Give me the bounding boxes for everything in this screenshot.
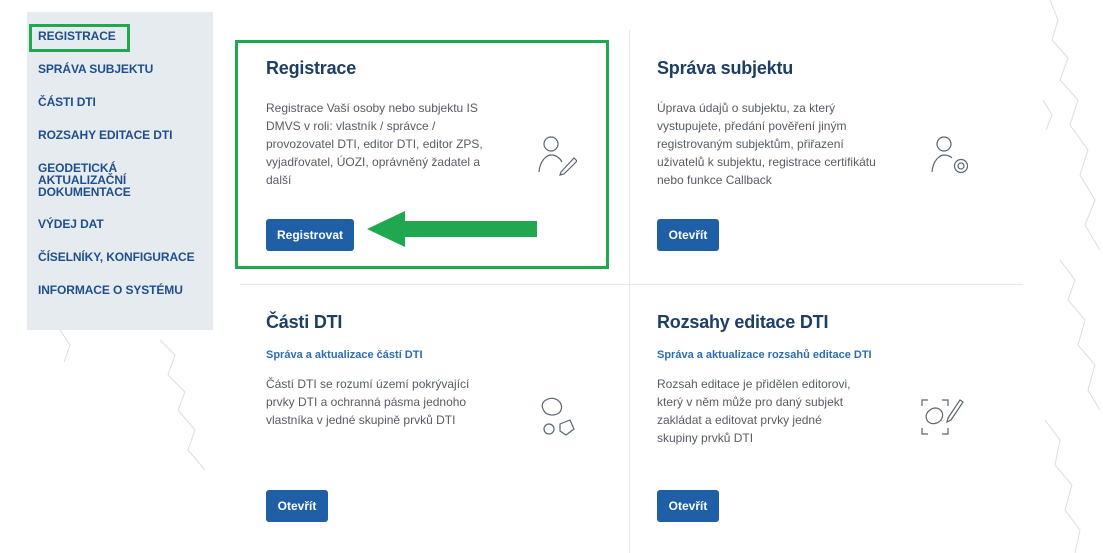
area-edit-icon: [920, 396, 964, 438]
shapes-icon: [540, 396, 576, 436]
column-divider: [629, 30, 630, 553]
row-divider: [240, 284, 1023, 285]
card-title: Správa subjektu: [657, 58, 794, 78]
card-description: Rozsah editace je přidělen editorovi, kt…: [657, 377, 851, 445]
sidebar-item-casti-dti[interactable]: ČÁSTI DTI: [27, 96, 213, 109]
arrow-left-icon: [367, 211, 537, 247]
card-description: Úprava údajů o subjektu, za který vystup…: [657, 101, 876, 187]
card-title: Části DTI: [266, 312, 343, 332]
sidebar: REGISTRACE SPRÁVA SUBJEKTU ČÁSTI DTI ROZ…: [27, 12, 213, 330]
sidebar-item-ciselniky[interactable]: ČÍSELNÍKY, KONFIGURACE: [27, 251, 213, 264]
card-subtitle-link[interactable]: Správa a aktualizace částí DTI: [266, 349, 596, 361]
nav-highlight-box: [29, 24, 130, 52]
otevrit-sprava-button[interactable]: Otevřít: [657, 219, 719, 251]
sidebar-item-sprava-subjektu[interactable]: SPRÁVA SUBJEKTU: [27, 63, 213, 76]
card-description: Částí DTI se rozumí území pokrývající pr…: [266, 377, 470, 427]
sidebar-item-geodeticka-dokumentace[interactable]: GEODETICKÁ AKTUALIZAČNÍ DOKUMENTACE: [27, 162, 147, 198]
otevrit-rozsahy-button[interactable]: Otevřít: [657, 490, 719, 522]
sidebar-item-vydej-dat[interactable]: VÝDEJ DAT: [27, 218, 213, 231]
sidebar-item-rozsahy-editace[interactable]: ROZSAHY EDITACE DTI: [27, 129, 213, 142]
user-settings-icon: [930, 136, 970, 176]
otevrit-casti-button[interactable]: Otevřít: [266, 490, 328, 522]
card-title: Rozsahy editace DTI: [657, 312, 829, 332]
sidebar-item-informace[interactable]: INFORMACE O SYSTÉMU: [27, 284, 213, 297]
card-subtitle-link[interactable]: Správa a aktualizace rozsahů editace DTI: [657, 349, 997, 361]
